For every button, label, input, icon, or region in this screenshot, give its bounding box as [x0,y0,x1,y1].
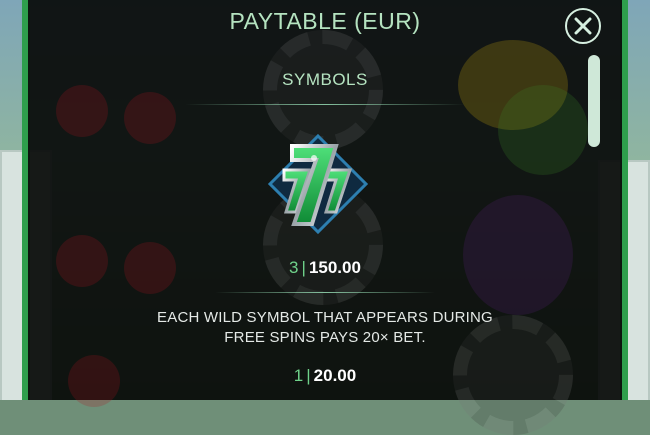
payout-count: 3 [289,258,299,277]
ghost-plum-icon [463,195,573,315]
paytable-title: PAYTABLE (EUR) [229,8,421,34]
scrollbar-thumb[interactable] [588,55,600,147]
section-divider [215,292,435,293]
ghost-cherry-icon [124,92,176,144]
wild-payout-row: 1 | 20.00 [0,366,650,386]
payout-amount: 20.00 [313,366,357,385]
ghost-cherry-icon [56,85,108,137]
payout-amount: 150.00 [308,258,361,277]
payout-separator: | [306,366,311,385]
close-icon [574,17,592,35]
payout-count: 1 [293,366,304,385]
section-divider [185,104,465,105]
close-button[interactable] [565,8,601,44]
section-title-symbols: SYMBOLS [282,70,368,89]
symbol-payout-row: 3 | 150.00 [0,258,650,278]
wild-description: EACH WILD SYMBOL THAT APPEARS DURING FRE… [157,309,493,346]
ghost-melon-icon [498,85,588,175]
payout-separator: | [301,258,306,277]
paytable-scrollbar[interactable] [588,55,600,395]
lucky-seven-wild-icon [267,133,369,235]
